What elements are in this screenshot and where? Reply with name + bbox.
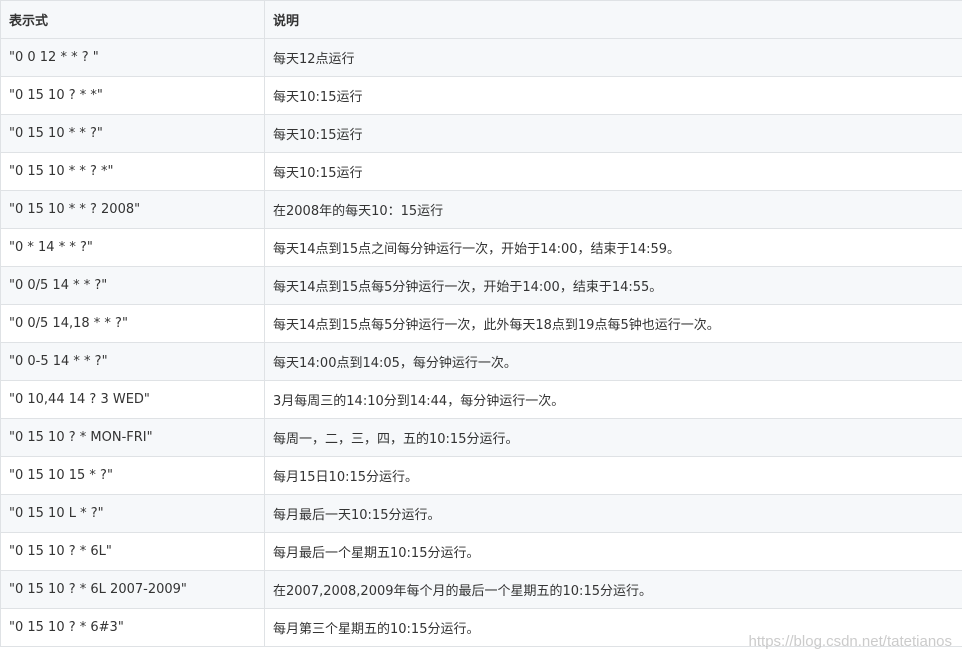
table-row: "0 15 10 * * ? 2008" 在2008年的每天10：15运行: [0, 190, 962, 229]
cell-description: 每月最后一个星期五10:15分运行。: [264, 532, 962, 571]
table-row: "0 0/5 14,18 * * ?" 每天14点到15点每5分钟运行一次，此外…: [0, 304, 962, 343]
table-row: "0 15 10 ? * 6L" 每月最后一个星期五10:15分运行。: [0, 532, 962, 571]
cell-expression: "0 15 10 ? * *": [0, 76, 265, 115]
cell-expression: "0 * 14 * * ?": [0, 228, 265, 267]
table-row: "0 15 10 * * ? *" 每天10:15运行: [0, 152, 962, 191]
cell-description: 每天12点运行: [264, 38, 962, 77]
cell-description: 每天14点到15点之间每分钟运行一次，开始于14:00，结束于14:59。: [264, 228, 962, 267]
table-row: "0 15 10 ? * 6#3" 每月第三个星期五的10:15分运行。: [0, 608, 962, 647]
table-row: "0 0/5 14 * * ?" 每天14点到15点每5分钟运行一次，开始于14…: [0, 266, 962, 305]
cell-description: 每天14:00点到14:05，每分钟运行一次。: [264, 342, 962, 381]
cell-expression: "0 0-5 14 * * ?": [0, 342, 265, 381]
cell-description: 3月每周三的14:10分到14:44，每分钟运行一次。: [264, 380, 962, 419]
table-row: "0 10,44 14 ? 3 WED" 3月每周三的14:10分到14:44，…: [0, 380, 962, 419]
cell-expression: "0 15 10 ? * 6L": [0, 532, 265, 571]
table-body: "0 0 12 * * ? " 每天12点运行 "0 15 10 ? * *" …: [0, 38, 962, 647]
cell-expression: "0 15 10 * * ? *": [0, 152, 265, 191]
table-row: "0 15 10 ? * MON-FRI" 每周一，二，三，四，五的10:15分…: [0, 418, 962, 457]
table-row: "0 15 10 15 * ?" 每月15日10:15分运行。: [0, 456, 962, 495]
cell-expression: "0 15 10 L * ?": [0, 494, 265, 533]
table-header: 表示式 说明: [0, 0, 962, 39]
header-description: 说明: [264, 0, 962, 39]
cell-expression: "0 0/5 14,18 * * ?": [0, 304, 265, 343]
cell-description: 每天10:15运行: [264, 114, 962, 153]
table-row: "0 15 10 ? * *" 每天10:15运行: [0, 76, 962, 115]
table-row: "0 0-5 14 * * ?" 每天14:00点到14:05，每分钟运行一次。: [0, 342, 962, 381]
cell-description: 在2008年的每天10：15运行: [264, 190, 962, 229]
table-row: "0 15 10 L * ?" 每月最后一天10:15分运行。: [0, 494, 962, 533]
cell-expression: "0 15 10 ? * 6L 2007-2009": [0, 570, 265, 609]
cell-description: 每天14点到15点每5分钟运行一次，开始于14:00，结束于14:55。: [264, 266, 962, 305]
cell-description: 每天14点到15点每5分钟运行一次，此外每天18点到19点每5钟也运行一次。: [264, 304, 962, 343]
table-row: "0 15 10 ? * 6L 2007-2009" 在2007,2008,20…: [0, 570, 962, 609]
cell-expression: "0 0/5 14 * * ?": [0, 266, 265, 305]
page: 表示式 说明 "0 0 12 * * ? " 每天12点运行 "0 15 10 …: [0, 0, 962, 664]
cell-expression: "0 15 10 ? * 6#3": [0, 608, 265, 647]
cell-description: 在2007,2008,2009年每个月的最后一个星期五的10:15分运行。: [264, 570, 962, 609]
cell-expression: "0 10,44 14 ? 3 WED": [0, 380, 265, 419]
table-row: "0 15 10 * * ?" 每天10:15运行: [0, 114, 962, 153]
cron-expression-table: 表示式 说明 "0 0 12 * * ? " 每天12点运行 "0 15 10 …: [0, 0, 962, 647]
cell-expression: "0 15 10 ? * MON-FRI": [0, 418, 265, 457]
cell-expression: "0 0 12 * * ? ": [0, 38, 265, 77]
cell-description: 每月第三个星期五的10:15分运行。: [264, 608, 962, 647]
cell-description: 每月15日10:15分运行。: [264, 456, 962, 495]
cell-description: 每周一，二，三，四，五的10:15分运行。: [264, 418, 962, 457]
cell-expression: "0 15 10 * * ?": [0, 114, 265, 153]
table-row: "0 * 14 * * ?" 每天14点到15点之间每分钟运行一次，开始于14:…: [0, 228, 962, 267]
cell-description: 每月最后一天10:15分运行。: [264, 494, 962, 533]
cell-expression: "0 15 10 * * ? 2008": [0, 190, 265, 229]
header-row: 表示式 说明: [0, 0, 962, 39]
cell-expression: "0 15 10 15 * ?": [0, 456, 265, 495]
table-row: "0 0 12 * * ? " 每天12点运行: [0, 38, 962, 77]
header-expression: 表示式: [0, 0, 265, 39]
cell-description: 每天10:15运行: [264, 152, 962, 191]
cell-description: 每天10:15运行: [264, 76, 962, 115]
